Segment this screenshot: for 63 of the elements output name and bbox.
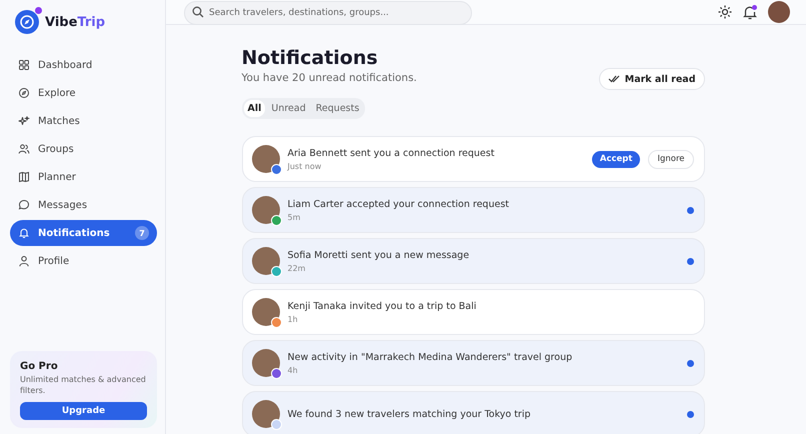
sidebar-item[interactable]: Notifications 7 xyxy=(10,220,157,246)
notification-text: New activity in "Marrakech Medina Wanderers" travel group xyxy=(288,352,574,362)
user-icon xyxy=(18,255,30,267)
notification-text: Liam Carter accepted your connection request xyxy=(288,198,510,210)
filter-tab[interactable]: Unread xyxy=(267,100,310,117)
notification-text: We found 3 new travelers matching your Tokyo trip xyxy=(288,408,532,420)
sidebar-item[interactable]: Dashboard xyxy=(10,52,157,78)
double-check-icon xyxy=(608,74,620,84)
chat-icon xyxy=(18,199,30,211)
grid-icon xyxy=(18,59,30,71)
notification-text: Kenji Tanaka invited you to a trip to Bali xyxy=(288,300,478,312)
avatar-drawing xyxy=(252,400,280,428)
promo-text: Unlimited matches & advanced filters. xyxy=(20,375,147,396)
unread-dot xyxy=(686,258,694,264)
sidebar-item[interactable]: Explore xyxy=(10,80,157,106)
page-title: Notifications xyxy=(242,47,379,69)
notification-text: Sofia Moretti sent you a new message xyxy=(288,250,470,260)
upgrade-button[interactable]: Upgrade xyxy=(20,402,147,420)
avatar-drawing xyxy=(252,247,280,275)
unread-dot xyxy=(686,410,694,418)
avatar-drawing xyxy=(252,196,280,224)
avatar-drawing xyxy=(252,349,280,377)
notification-card[interactable]: Aria Bennett sent you a connection request Just now Accept Ignore xyxy=(242,136,704,182)
notification-card[interactable]: Liam Carter accepted your connection request 5m xyxy=(242,187,704,233)
compass-logo-icon xyxy=(15,10,39,34)
users-icon xyxy=(18,143,30,155)
sidebar-item[interactable]: Matches xyxy=(10,108,157,134)
compass-icon xyxy=(18,87,30,99)
bell-icon xyxy=(18,227,30,239)
notification-card[interactable]: Kenji Tanaka invited you to a trip to Bali 1h xyxy=(242,289,704,335)
ignore-button[interactable]: Ignore xyxy=(648,150,694,168)
mark-all-read-button[interactable]: Mark all read xyxy=(598,68,704,90)
notification-time: 5m xyxy=(288,212,302,222)
unread-dot xyxy=(686,360,694,366)
count-badge: 7 xyxy=(135,226,149,240)
notification-time: 4h xyxy=(288,366,299,374)
sidebar-item[interactable]: Profile xyxy=(10,248,157,274)
filter-tab[interactable]: All xyxy=(244,100,266,117)
sidebar-item[interactable]: Groups xyxy=(10,136,157,162)
notification-card[interactable]: Sofia Moretti sent you a new message 22m xyxy=(242,238,704,284)
notification-time: 1h xyxy=(288,314,299,324)
page-subtitle: You have 20 unread notifications. xyxy=(242,72,417,84)
notification-time: Just now xyxy=(288,162,322,170)
search-field[interactable]: Search travelers, destinations, groups... xyxy=(184,1,472,25)
map-icon xyxy=(18,171,30,183)
sidebar-item[interactable]: Planner xyxy=(10,164,157,190)
sun-icon[interactable] xyxy=(718,5,732,19)
bell-icon[interactable] xyxy=(742,4,758,20)
sidebar-item[interactable]: Messages xyxy=(10,192,157,218)
brand-name: VibeTrip xyxy=(45,14,106,30)
user-avatar[interactable] xyxy=(768,1,790,23)
avatar-drawing xyxy=(252,298,280,326)
unread-dot xyxy=(686,206,694,214)
sparkles-icon xyxy=(18,115,30,127)
search-icon xyxy=(192,6,204,18)
accept-button[interactable]: Accept xyxy=(592,150,640,168)
avatar-drawing xyxy=(252,145,280,173)
notification-time: 22m xyxy=(288,264,306,272)
notification-card[interactable]: We found 3 new travelers matching your Tokyo trip xyxy=(242,391,704,434)
promo-title: Go Pro xyxy=(20,361,59,372)
notification-card[interactable]: New activity in "Marrakech Medina Wanderers" travel group 4h xyxy=(242,340,704,386)
notification-text: Aria Bennett sent you a connection request xyxy=(288,148,496,158)
filter-tab[interactable]: Requests xyxy=(312,100,364,117)
